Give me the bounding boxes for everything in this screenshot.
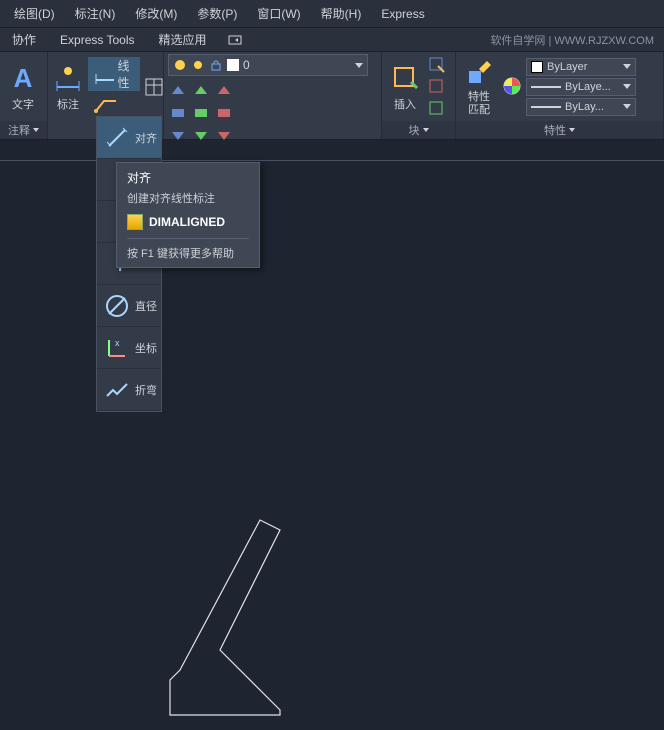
menu-window[interactable]: 窗口(W) bbox=[247, 5, 310, 22]
match-label: 特性 匹配 bbox=[468, 91, 490, 115]
tooltip-command: DIMALIGNED bbox=[127, 214, 249, 230]
leader-icon bbox=[92, 95, 120, 115]
menu-help[interactable]: 帮助(H) bbox=[311, 5, 372, 22]
panel-annotate-label[interactable]: 注释 bbox=[0, 121, 47, 139]
dimension-icon bbox=[52, 62, 84, 94]
linear-label: 线性 bbox=[118, 57, 136, 91]
menu-express[interactable]: Express bbox=[371, 7, 434, 21]
dimension-label: 标注 bbox=[57, 96, 79, 112]
layer-tool-4[interactable] bbox=[168, 103, 188, 123]
drawing-object bbox=[140, 510, 340, 730]
block-edit-icon[interactable] bbox=[428, 56, 446, 74]
dd-aligned[interactable]: 对齐 bbox=[97, 117, 161, 159]
layer-tool-6[interactable] bbox=[214, 103, 234, 123]
menu-params[interactable]: 参数(P) bbox=[187, 5, 247, 22]
tooltip-title: 对齐 bbox=[127, 169, 249, 186]
color-value: ByLayer bbox=[547, 61, 619, 73]
insert-icon bbox=[389, 62, 421, 94]
sun-icon bbox=[191, 58, 205, 72]
dd-jogged[interactable]: 折弯 bbox=[97, 369, 161, 411]
menu-draw[interactable]: 绘图(D) bbox=[4, 5, 65, 22]
layer-tools-grid bbox=[168, 80, 234, 146]
dd-jogged-label: 折弯 bbox=[135, 382, 157, 398]
dim-leader-button[interactable] bbox=[88, 93, 140, 117]
dd-aligned-label: 对齐 bbox=[135, 130, 157, 146]
insert-button[interactable]: 插入 bbox=[386, 62, 424, 112]
panel-layer: 0 图层 bbox=[164, 52, 382, 139]
panel-properties: 特性 匹配 ByLayer ByLaye... ByLay... bbox=[456, 52, 664, 139]
lineweight-swatch bbox=[531, 86, 561, 88]
tab-more-icon[interactable] bbox=[219, 34, 251, 46]
dd-ordinate-label: 坐标 bbox=[135, 340, 157, 356]
chevron-down-icon bbox=[623, 84, 631, 89]
panel-props-label[interactable]: 特性 bbox=[456, 121, 663, 139]
tab-collab[interactable]: 协作 bbox=[0, 31, 48, 48]
aligned-dim-icon bbox=[103, 124, 131, 152]
tab-express-tools[interactable]: Express Tools bbox=[48, 33, 146, 47]
layer-combo[interactable]: 0 bbox=[168, 54, 368, 76]
linetype-value: ByLay... bbox=[565, 101, 619, 113]
dim-linear-button[interactable]: 线性 bbox=[88, 57, 140, 91]
table-icon[interactable] bbox=[144, 77, 164, 97]
ribbon-tabs: 协作 Express Tools 精选应用 软件自学网 | WWW.RJZXW.… bbox=[0, 28, 664, 52]
menu-modify[interactable]: 修改(M) bbox=[125, 5, 187, 22]
text-label: 文字 bbox=[12, 96, 34, 112]
match-props-button[interactable]: 特性 匹配 bbox=[460, 57, 498, 115]
linetype-combo[interactable]: ByLay... bbox=[526, 98, 636, 116]
panel-block-label[interactable]: 块 bbox=[382, 121, 455, 139]
menu-dimension[interactable]: 标注(N) bbox=[65, 5, 126, 22]
lightbulb-icon bbox=[173, 58, 187, 72]
dimension-button[interactable]: 标注 bbox=[52, 62, 84, 112]
linetype-swatch bbox=[531, 106, 561, 108]
dd-diameter[interactable]: 直径 bbox=[97, 285, 161, 327]
chevron-down-icon bbox=[569, 128, 575, 132]
lock-icon bbox=[209, 58, 223, 72]
jogged-dim-icon bbox=[103, 376, 131, 404]
diameter-dim-icon bbox=[103, 292, 131, 320]
block-def-icon[interactable] bbox=[428, 100, 446, 118]
layer-name: 0 bbox=[243, 58, 351, 72]
insert-label: 插入 bbox=[394, 96, 416, 112]
watermark: 软件自学网 | WWW.RJZXW.COM bbox=[490, 32, 664, 48]
color-swatch bbox=[531, 61, 543, 73]
menubar: 绘图(D) 标注(N) 修改(M) 参数(P) 窗口(W) 帮助(H) Expr… bbox=[0, 0, 664, 28]
svg-text:A: A bbox=[14, 63, 33, 93]
layer-color-swatch bbox=[227, 59, 239, 71]
tooltip-command-text: DIMALIGNED bbox=[149, 215, 225, 229]
layer-tool-3[interactable] bbox=[214, 80, 234, 100]
tooltip-sub: 创建对齐线性标注 bbox=[127, 190, 249, 206]
tooltip-hint: 按 F1 键获得更多帮助 bbox=[127, 238, 249, 261]
command-icon bbox=[127, 214, 143, 230]
match-props-icon bbox=[463, 57, 495, 89]
dim-extra-col bbox=[144, 77, 164, 97]
color-wheel-icon[interactable] bbox=[502, 76, 522, 96]
chevron-down-icon bbox=[623, 64, 631, 69]
panel-block: 插入 块 bbox=[382, 52, 456, 139]
ordinate-dim-icon: x bbox=[103, 334, 131, 362]
layer-tool-5[interactable] bbox=[191, 103, 211, 123]
chevron-down-icon bbox=[623, 104, 631, 109]
chevron-down-icon bbox=[355, 63, 363, 68]
tooltip: 对齐 创建对齐线性标注 DIMALIGNED 按 F1 键获得更多帮助 bbox=[116, 162, 260, 268]
text-button[interactable]: A 文字 bbox=[4, 62, 42, 112]
svg-text:x: x bbox=[115, 338, 120, 348]
tab-featured[interactable]: 精选应用 bbox=[147, 31, 219, 48]
dd-diameter-label: 直径 bbox=[135, 298, 157, 314]
layer-tool-2[interactable] bbox=[191, 80, 211, 100]
dd-ordinate[interactable]: x 坐标 bbox=[97, 327, 161, 369]
block-attr-icon[interactable] bbox=[428, 78, 446, 96]
color-combo[interactable]: ByLayer bbox=[526, 58, 636, 76]
linear-dim-icon bbox=[92, 60, 114, 88]
chevron-down-icon bbox=[33, 128, 39, 132]
chevron-down-icon bbox=[423, 128, 429, 132]
text-a-icon: A bbox=[7, 62, 39, 94]
lineweight-value: ByLaye... bbox=[565, 81, 619, 93]
layer-tool-1[interactable] bbox=[168, 80, 188, 100]
panel-text: A 文字 注释 bbox=[0, 52, 48, 139]
lineweight-combo[interactable]: ByLaye... bbox=[526, 78, 636, 96]
